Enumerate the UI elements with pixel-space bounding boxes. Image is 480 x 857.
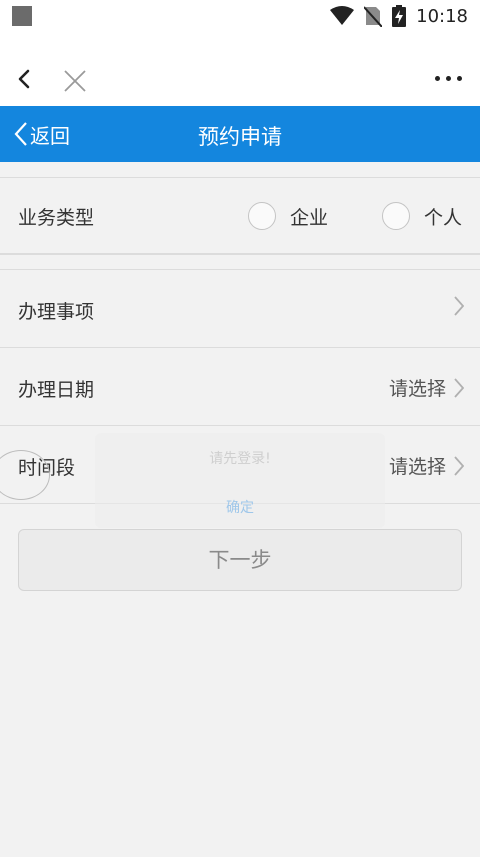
radio-label-personal: 个人 <box>423 206 462 229</box>
radio-option-enterprise[interactable]: 企业 <box>247 202 328 230</box>
chevron-right-icon <box>454 377 464 398</box>
page-title: 预约申请 <box>198 125 282 149</box>
row-label: 办理事项 <box>18 301 95 323</box>
dialog-message: 请先登录! <box>209 451 271 467</box>
chevron-right-icon <box>454 455 464 476</box>
wifi-icon <box>330 6 355 25</box>
back-arrow-icon[interactable] <box>14 68 36 90</box>
row-value: 请选择 <box>388 378 446 400</box>
chevron-right-icon <box>454 296 464 316</box>
status-bar: 10:18 <box>0 0 480 32</box>
business-type-row: 业务类型 企业 个人 <box>0 177 480 255</box>
radio-circle[interactable] <box>381 202 410 230</box>
status-icons: 10:18 <box>330 4 468 28</box>
no-sim-icon <box>364 6 383 27</box>
radio-circle[interactable] <box>247 202 276 230</box>
list-item-matter[interactable]: 办理事项 <box>0 270 480 348</box>
row-value: 请选择 <box>388 456 446 478</box>
notification-icon <box>12 6 32 26</box>
list-item-date[interactable]: 办理日期 请选择 <box>0 348 480 426</box>
browser-toolbar <box>0 32 480 106</box>
business-type-label: 业务类型 <box>18 207 95 229</box>
row-label: 办理日期 <box>18 379 95 401</box>
close-icon[interactable] <box>62 68 88 94</box>
more-menu-icon[interactable] <box>435 76 462 81</box>
radio-option-personal[interactable]: 个人 <box>381 202 462 230</box>
login-prompt-dialog: 请先登录! 确定 <box>95 433 385 528</box>
radio-label-enterprise: 企业 <box>289 206 328 229</box>
dialog-confirm-button[interactable]: 确定 <box>95 497 385 517</box>
app-header: 返回 预约申请 <box>0 106 480 162</box>
battery-charging-icon <box>392 5 407 27</box>
status-time: 10:18 <box>416 5 468 27</box>
business-type-radio-group: 企业 个人 <box>247 202 462 230</box>
next-step-button[interactable]: 下一步 <box>18 529 462 591</box>
